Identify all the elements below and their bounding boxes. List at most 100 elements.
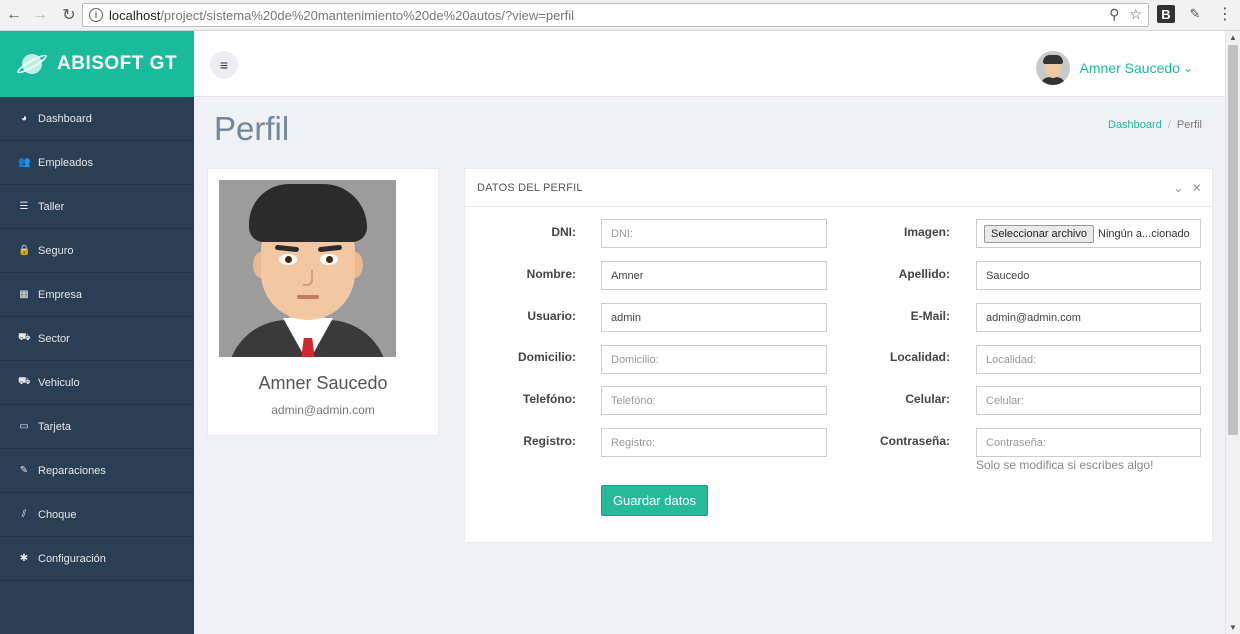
breadcrumb: Dashboard / Perfil (1108, 119, 1202, 131)
url-path: /project/sistema%20de%20mantenimiento%20… (160, 7, 575, 23)
telefono-input[interactable]: Telefóno: (601, 386, 827, 415)
scroll-up-icon[interactable]: ▲ (1229, 33, 1237, 42)
sidebar-item-label: Tarjeta (38, 420, 72, 433)
sidebar-item-label: Empleados (38, 156, 94, 169)
breadcrumb-dashboard-link[interactable]: Dashboard (1108, 119, 1162, 131)
profile-name: Amner Saucedo (258, 373, 388, 393)
profile-card: Amner Saucedo admin@admin.com (207, 168, 439, 436)
forward-arrow-icon[interactable]: → (29, 4, 51, 26)
truck-icon: ⛟ (18, 376, 31, 387)
scrollbar-thumb[interactable] (1228, 45, 1238, 435)
nombre-input[interactable]: Amner (601, 261, 827, 290)
sidebar-item-seguro[interactable]: 🔒 Seguro (0, 229, 194, 273)
imagen-label: Imagen: (903, 225, 950, 239)
sidebar-item-vehiculo[interactable]: ⛟ Vehiculo (0, 361, 194, 405)
scroll-down-icon[interactable]: ▼ (1229, 623, 1237, 632)
contrasena-label: Contraseña: (879, 434, 950, 448)
reload-icon[interactable]: ↻ (58, 4, 80, 26)
email-input[interactable]: admin@admin.com (976, 303, 1201, 332)
registro-input[interactable]: Registro: (601, 428, 827, 457)
sidebar: ABISOFT GT ◕ Dashboard 👥 Empleados ☰ Taller 🔒 S… (0, 31, 194, 634)
usuario-input[interactable]: admin (601, 303, 827, 332)
browser-toolbar: ← → ↻ i localhost /project/sistema%20de%… (0, 0, 1240, 31)
sidebar-item-choque[interactable]: ⫽ Choque (0, 493, 194, 537)
sidebar-item-taller[interactable]: ☰ Taller (0, 185, 194, 229)
save-button[interactable]: Guardar datos (601, 485, 708, 516)
url-host: localhost (109, 7, 161, 23)
credit-card-icon: ▭ (19, 421, 29, 432)
collapse-chevron-icon[interactable]: ⌄ (1173, 181, 1183, 195)
user-name: Amner Saucedo (1079, 60, 1180, 76)
top-navbar: ≡ Amner Saucedo ⌄ (194, 31, 1225, 97)
sidebar-item-label: Choque (38, 508, 77, 521)
dashboard-icon: ◕ (20, 113, 28, 124)
sidebar-item-label: Seguro (38, 244, 74, 257)
panel-title: DATOS DEL PERFIL (477, 181, 583, 194)
image-file-input[interactable]: Seleccionar archivo Ningún a...cionado (976, 219, 1201, 248)
nombre-label: Nombre: (526, 267, 576, 281)
dni-label: DNI: (551, 225, 576, 239)
domicilio-input[interactable]: Domicilio: (601, 345, 827, 374)
bootstrap-extension-icon[interactable]: B (1157, 5, 1175, 23)
sidebar-item-label: Empresa (38, 288, 83, 301)
sidebar-menu: ◕ Dashboard 👥 Empleados ☰ Taller 🔒 Seguro ▦ Empre… (0, 97, 194, 581)
building-icon: ▦ (19, 289, 29, 300)
road-icon: ⫽ (21, 509, 27, 520)
celular-input[interactable]: Celular: (976, 386, 1201, 415)
apellido-input[interactable]: Saucedo (976, 261, 1201, 290)
password-input[interactable]: Contraseña: (976, 428, 1201, 457)
list-icon: ☰ (19, 201, 29, 212)
sidebar-item-sector[interactable]: ⛟ Sector (0, 317, 194, 361)
bookmark-star-icon[interactable]: ☆ (1129, 6, 1142, 23)
page-scrollbar[interactable]: ▲ ▼ (1225, 31, 1240, 634)
profile-form-panel: DATOS DEL PERFIL ⌄ ✕ DNI: DNI: Nombre: A… (464, 168, 1213, 543)
email-label: E-Mail: (910, 309, 950, 323)
chevron-down-icon: ⌄ (1182, 61, 1193, 75)
sidebar-item-label: Taller (38, 200, 65, 213)
domicilio-label: Domicilio: (517, 350, 576, 364)
password-hint: Solo se modifica si escribes algo! (976, 458, 1154, 472)
sidebar-item-label: Dashboard (38, 112, 92, 125)
sidebar-item-label: Configuración (38, 552, 106, 565)
page-title: Perfil (214, 110, 290, 147)
binoculars-icon: ⛟ (18, 332, 31, 343)
sidebar-item-tarjeta[interactable]: ▭ Tarjeta (0, 405, 194, 449)
sidebar-item-label: Vehiculo (38, 376, 80, 389)
localidad-label: Localidad: (889, 350, 950, 364)
sidebar-item-dashboard[interactable]: ◕ Dashboard (0, 97, 194, 141)
apellido-label: Apellido: (898, 267, 950, 281)
planet-logo-icon (15, 51, 49, 77)
address-bar[interactable]: i localhost /project/sistema%20de%20mant… (82, 3, 1149, 27)
browser-menu-icon[interactable]: ⋮ (1216, 5, 1234, 23)
celular-label: Celular: (905, 392, 950, 406)
sidebar-item-empleados[interactable]: 👥 Empleados (0, 141, 194, 185)
sidebar-item-empresa[interactable]: ▦ Empresa (0, 273, 194, 317)
user-menu[interactable]: Amner Saucedo ⌄ (1035, 51, 1193, 85)
profile-email: admin@admin.com (271, 403, 375, 417)
registro-label: Registro: (523, 434, 576, 448)
brand-header[interactable]: ABISOFT GT (0, 31, 194, 97)
sidebar-item-reparaciones[interactable]: ✎ Reparaciones (0, 449, 194, 493)
dni-input[interactable]: DNI: (601, 219, 827, 248)
lock-icon: 🔒 (18, 245, 31, 256)
breadcrumb-separator: / (1167, 119, 1171, 131)
users-icon: 👥 (18, 157, 31, 168)
sidebar-item-configuracion[interactable]: ✱ Configuración (0, 537, 194, 581)
localidad-input[interactable]: Localidad: (976, 345, 1201, 374)
select-file-button[interactable]: Seleccionar archivo (984, 224, 1094, 243)
menu-toggle-icon[interactable]: ≡ (210, 51, 238, 79)
close-icon[interactable]: ✕ (1192, 181, 1202, 195)
sidebar-item-label: Reparaciones (38, 464, 106, 477)
breadcrumb-current: Perfil (1176, 119, 1202, 131)
avatar (1035, 51, 1070, 85)
back-arrow-icon[interactable]: ← (3, 4, 25, 26)
file-status-text: Ningún a...cionado (1098, 227, 1190, 240)
panel-header: DATOS DEL PERFIL ⌄ ✕ (465, 169, 1212, 207)
eyedropper-extension-icon[interactable]: ✎ (1186, 5, 1204, 23)
profile-avatar-image (219, 180, 396, 357)
zoom-icon[interactable]: ⚲ (1109, 6, 1119, 23)
wrench-icon: ✎ (19, 465, 29, 476)
info-icon[interactable]: i (89, 8, 103, 22)
telefono-label: Telefóno: (522, 392, 576, 406)
brand-title: ABISOFT GT (57, 53, 178, 74)
